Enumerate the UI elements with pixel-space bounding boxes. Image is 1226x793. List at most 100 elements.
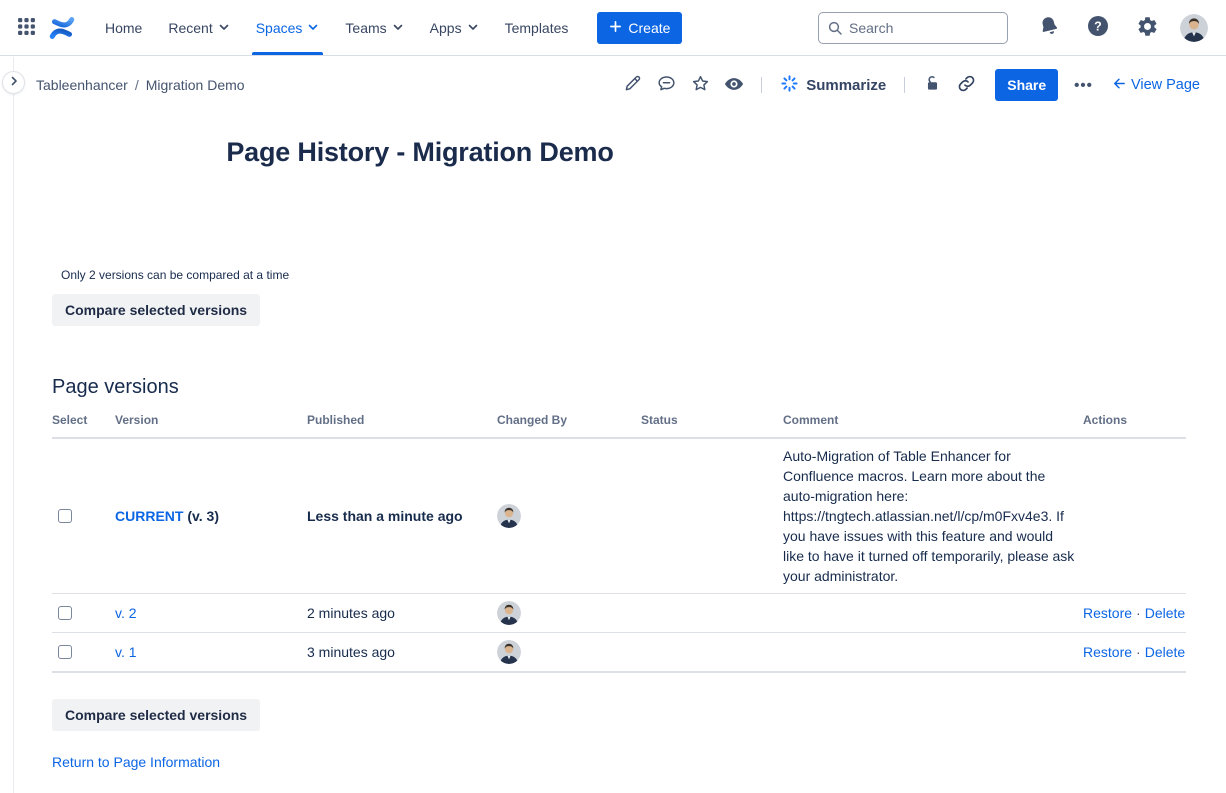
delete-link[interactable]: Delete (1145, 644, 1185, 660)
speech-bubble-icon (656, 73, 677, 97)
settings-button[interactable] (1131, 12, 1163, 44)
confluence-logo[interactable] (42, 8, 82, 48)
toolbar-divider (761, 77, 762, 93)
comment-cell: Auto-Migration of Table Enhancer for Con… (783, 438, 1083, 594)
nav-item-templates[interactable]: Templates (492, 0, 582, 55)
status-cell (641, 438, 783, 594)
summarize-button[interactable]: Summarize (774, 71, 892, 99)
more-actions-button[interactable]: ••• (1068, 71, 1099, 99)
nav-item-recent[interactable]: Recent (155, 0, 242, 55)
create-button[interactable]: Create (597, 12, 682, 44)
app-switcher-grid-icon (17, 17, 36, 39)
published-cell: Less than a minute ago (307, 438, 497, 594)
help-button[interactable]: ? (1082, 12, 1114, 44)
breadcrumb-separator: / (135, 77, 139, 93)
bell-icon (1037, 14, 1061, 41)
changed-by-avatar[interactable] (497, 640, 521, 664)
nav-item-spaces[interactable]: Spaces (243, 0, 333, 55)
status-cell (641, 633, 783, 673)
breadcrumb-page-link[interactable]: Migration Demo (146, 77, 245, 93)
nav-item-teams[interactable]: Teams (332, 0, 416, 55)
plus-icon (609, 20, 622, 36)
page-toolbar: Summarize Share ••• View Page (617, 69, 1200, 101)
version-row: v. 1 3 minutes ago Restore·Delete (52, 633, 1186, 673)
primary-nav: Home Recent Spaces Teams Apps Templates (92, 0, 581, 55)
chevron-down-icon (307, 20, 319, 36)
version-checkbox[interactable] (58, 509, 72, 523)
column-header-version: Version (115, 413, 307, 438)
link-icon (956, 73, 977, 97)
published-cell: 3 minutes ago (307, 633, 497, 673)
chevron-right-icon (8, 75, 20, 90)
favorite-button[interactable] (685, 71, 715, 99)
app-header: Home Recent Spaces Teams Apps Templates (0, 0, 1226, 56)
column-header-status: Status (641, 413, 783, 438)
action-separator: · (1136, 605, 1141, 621)
column-header-actions: Actions (1083, 413, 1186, 438)
delete-link[interactable]: Delete (1145, 605, 1185, 621)
page-versions-table: Select Version Published Changed By Stat… (52, 413, 1186, 673)
edit-button[interactable] (617, 71, 647, 99)
action-separator: · (1136, 644, 1141, 660)
profile-avatar[interactable] (1180, 14, 1208, 42)
current-version-link[interactable]: CURRENT (115, 508, 183, 524)
toolbar-divider (904, 77, 905, 93)
version-link[interactable]: v. 2 (115, 605, 137, 621)
column-header-changed-by: Changed By (497, 413, 641, 438)
return-to-page-information-link[interactable]: Return to Page Information (52, 754, 220, 770)
compare-selected-versions-button[interactable]: Compare selected versions (52, 294, 260, 326)
comment-cell (783, 633, 1083, 673)
chevron-down-icon (218, 20, 230, 36)
breadcrumb: Tableenhancer / Migration Demo (36, 77, 245, 93)
notifications-button[interactable] (1033, 12, 1065, 44)
chevron-down-icon (467, 20, 479, 36)
compare-selected-versions-button-bottom[interactable]: Compare selected versions (52, 699, 260, 731)
share-button[interactable]: Share (995, 69, 1058, 101)
status-cell (641, 594, 783, 633)
column-header-select: Select (52, 413, 115, 438)
restore-link[interactable]: Restore (1083, 644, 1132, 660)
watch-button[interactable] (719, 71, 749, 99)
breadcrumb-space-link[interactable]: Tableenhancer (36, 77, 128, 93)
gear-icon (1136, 15, 1159, 41)
version-row: v. 2 2 minutes ago Restore·Delete (52, 594, 1186, 633)
sparkle-icon (780, 74, 799, 97)
pencil-icon (622, 73, 643, 97)
app-switcher-button[interactable] (10, 12, 42, 44)
sidebar-expand-button[interactable] (2, 71, 25, 94)
version-link[interactable]: v. 1 (115, 644, 137, 660)
view-page-link[interactable]: View Page (1111, 76, 1200, 95)
search-input[interactable] (818, 12, 1008, 44)
table-header-row: Select Version Published Changed By Stat… (52, 413, 1186, 438)
unlock-icon (922, 73, 943, 97)
page-versions-heading: Page versions (52, 376, 1200, 399)
published-cell: 2 minutes ago (307, 594, 497, 633)
eye-icon (723, 73, 745, 98)
sidebar-divider (13, 57, 14, 793)
left-arrow-icon (1111, 76, 1126, 95)
copy-link-button[interactable] (951, 71, 981, 99)
comment-cell (783, 594, 1083, 633)
version-checkbox[interactable] (58, 606, 72, 620)
chevron-down-icon (392, 20, 404, 36)
actions-cell: Restore·Delete (1083, 633, 1186, 673)
column-header-comment: Comment (783, 413, 1083, 438)
comments-button[interactable] (651, 71, 681, 99)
restrictions-button[interactable] (917, 71, 947, 99)
version-checkbox[interactable] (58, 645, 72, 659)
restore-link[interactable]: Restore (1083, 605, 1132, 621)
compare-note: Only 2 versions can be compared at a tim… (61, 268, 1200, 282)
nav-item-home[interactable]: Home (92, 0, 155, 55)
version-row-current: CURRENT (v. 3) Less than a minute ago Au… (52, 438, 1186, 594)
star-icon (690, 73, 711, 97)
column-header-published: Published (307, 413, 497, 438)
changed-by-avatar[interactable] (497, 504, 521, 528)
svg-text:?: ? (1094, 19, 1102, 33)
nav-item-apps[interactable]: Apps (417, 0, 492, 55)
changed-by-avatar[interactable] (497, 601, 521, 625)
actions-cell (1083, 438, 1186, 594)
question-circle-icon: ? (1086, 14, 1110, 41)
user-avatar-image (1180, 14, 1208, 42)
page-title: Page History - Migration Demo (52, 137, 788, 168)
search-icon (827, 20, 843, 36)
